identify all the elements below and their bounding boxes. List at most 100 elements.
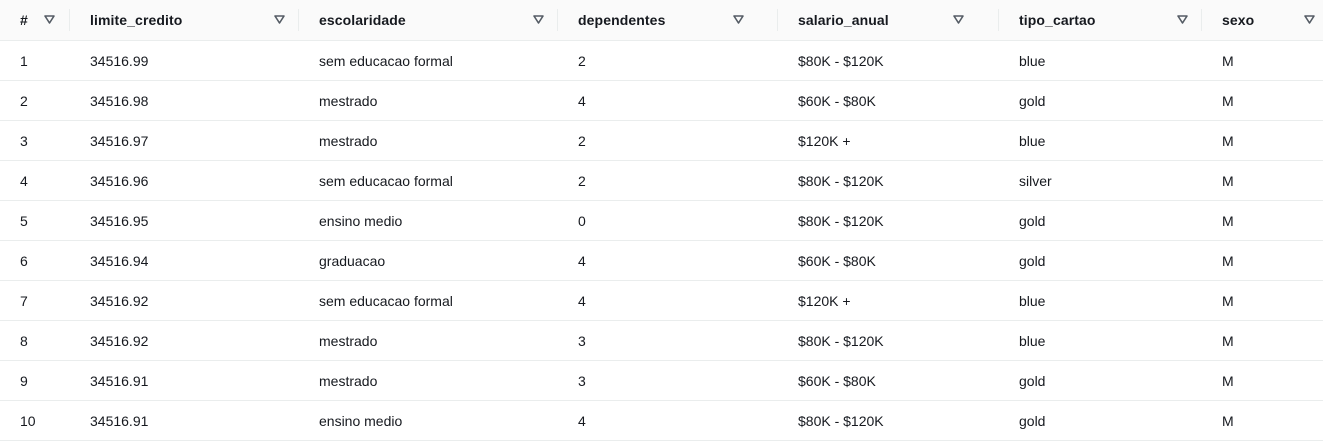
table-row: 3 34516.97 mestrado 2 $120K + blue M (0, 121, 1323, 161)
sort-caret-down-icon[interactable] (44, 14, 55, 25)
cell-sexo: M (1222, 252, 1234, 269)
cell-salario-anual: $60K - $80K (798, 252, 876, 269)
cell-limite-credito: 34516.92 (90, 332, 149, 349)
cell-escolaridade: mestrado (319, 92, 378, 109)
sort-caret-down-icon[interactable] (953, 14, 964, 25)
cell-dependentes: 3 (578, 332, 586, 349)
cell-limite-credito: 34516.99 (90, 52, 149, 69)
cell-tipo-cartao: blue (1019, 292, 1046, 309)
cell-index: 3 (20, 132, 28, 149)
cell-limite-credito: 34516.98 (90, 92, 149, 109)
column-header-label: salario_anual (798, 12, 889, 28)
cell-index: 1 (20, 52, 28, 69)
cell-escolaridade: sem educacao formal (319, 52, 453, 69)
cell-escolaridade: sem educacao formal (319, 292, 453, 309)
cell-tipo-cartao: gold (1019, 92, 1046, 109)
cell-limite-credito: 34516.94 (90, 252, 149, 269)
cell-index: 2 (20, 92, 28, 109)
table-row: 5 34516.95 ensino medio 0 $80K - $120K g… (0, 201, 1323, 241)
cell-dependentes: 4 (578, 292, 586, 309)
cell-dependentes: 2 (578, 52, 586, 69)
column-header-dependentes[interactable]: dependentes (558, 0, 778, 40)
cell-dependentes: 4 (578, 412, 586, 429)
table-row: 1 34516.99 sem educacao formal 2 $80K - … (0, 41, 1323, 81)
cell-escolaridade: ensino medio (319, 412, 403, 429)
sort-caret-down-icon[interactable] (274, 14, 285, 25)
cell-index: 5 (20, 212, 28, 229)
cell-escolaridade: sem educacao formal (319, 172, 453, 189)
cell-index: 6 (20, 252, 28, 269)
column-header-salario-anual[interactable]: salario_anual (778, 0, 999, 40)
cell-salario-anual: $80K - $120K (798, 172, 884, 189)
column-header-tipo-cartao[interactable]: tipo_cartao (999, 0, 1202, 40)
cell-salario-anual: $80K - $120K (798, 412, 884, 429)
cell-tipo-cartao: gold (1019, 212, 1046, 229)
cell-escolaridade: mestrado (319, 332, 378, 349)
table-row: 9 34516.91 mestrado 3 $60K - $80K gold M (0, 361, 1323, 401)
cell-escolaridade: mestrado (319, 372, 378, 389)
column-header-index[interactable]: # (0, 0, 70, 40)
cell-salario-anual: $80K - $120K (798, 332, 884, 349)
table-header: # limite_credito escolaridade dependente… (0, 0, 1323, 41)
sort-caret-down-icon[interactable] (733, 14, 744, 25)
cell-sexo: M (1222, 92, 1234, 109)
cell-escolaridade: mestrado (319, 132, 378, 149)
cell-dependentes: 0 (578, 212, 586, 229)
cell-limite-credito: 34516.96 (90, 172, 149, 189)
cell-escolaridade: ensino medio (319, 212, 403, 229)
cell-tipo-cartao: gold (1019, 252, 1046, 269)
cell-index: 8 (20, 332, 28, 349)
sort-caret-down-icon[interactable] (1177, 14, 1188, 25)
table-row: 2 34516.98 mestrado 4 $60K - $80K gold M (0, 81, 1323, 121)
cell-tipo-cartao: blue (1019, 52, 1046, 69)
cell-tipo-cartao: blue (1019, 132, 1046, 149)
cell-dependentes: 2 (578, 132, 586, 149)
cell-salario-anual: $120K + (798, 292, 851, 309)
cell-sexo: M (1222, 292, 1234, 309)
cell-salario-anual: $120K + (798, 132, 851, 149)
column-header-label: escolaridade (319, 12, 406, 28)
cell-tipo-cartao: gold (1019, 372, 1046, 389)
table-row: 6 34516.94 graduacao 4 $60K - $80K gold … (0, 241, 1323, 281)
cell-salario-anual: $60K - $80K (798, 92, 876, 109)
cell-tipo-cartao: silver (1019, 172, 1052, 189)
column-header-sexo[interactable]: sexo (1202, 0, 1323, 40)
cell-index: 4 (20, 172, 28, 189)
cell-salario-anual: $80K - $120K (798, 52, 884, 69)
cell-dependentes: 3 (578, 372, 586, 389)
column-header-limite-credito[interactable]: limite_credito (70, 0, 299, 40)
column-header-label: dependentes (578, 12, 666, 28)
cell-dependentes: 2 (578, 172, 586, 189)
cell-tipo-cartao: gold (1019, 412, 1046, 429)
sort-caret-down-icon[interactable] (533, 14, 544, 25)
cell-limite-credito: 34516.95 (90, 212, 149, 229)
cell-salario-anual: $60K - $80K (798, 372, 876, 389)
cell-index: 7 (20, 292, 28, 309)
table-body: 1 34516.99 sem educacao formal 2 $80K - … (0, 41, 1323, 441)
cell-limite-credito: 34516.91 (90, 412, 149, 429)
cell-salario-anual: $80K - $120K (798, 212, 884, 229)
cell-sexo: M (1222, 52, 1234, 69)
table-row: 10 34516.91 ensino medio 4 $80K - $120K … (0, 401, 1323, 441)
cell-sexo: M (1222, 412, 1234, 429)
cell-sexo: M (1222, 332, 1234, 349)
results-table: # limite_credito escolaridade dependente… (0, 0, 1323, 441)
column-header-label: limite_credito (90, 12, 183, 28)
cell-sexo: M (1222, 172, 1234, 189)
table-row: 7 34516.92 sem educacao formal 4 $120K +… (0, 281, 1323, 321)
cell-index: 9 (20, 372, 28, 389)
sort-caret-down-icon[interactable] (1304, 14, 1315, 25)
cell-limite-credito: 34516.91 (90, 372, 149, 389)
cell-limite-credito: 34516.92 (90, 292, 149, 309)
cell-index: 10 (20, 412, 36, 429)
table-row: 8 34516.92 mestrado 3 $80K - $120K blue … (0, 321, 1323, 361)
cell-sexo: M (1222, 212, 1234, 229)
column-header-label: tipo_cartao (1019, 12, 1096, 28)
cell-escolaridade: graduacao (319, 252, 386, 269)
cell-dependentes: 4 (578, 92, 586, 109)
cell-limite-credito: 34516.97 (90, 132, 149, 149)
column-header-escolaridade[interactable]: escolaridade (299, 0, 558, 40)
cell-sexo: M (1222, 132, 1234, 149)
table-row: 4 34516.96 sem educacao formal 2 $80K - … (0, 161, 1323, 201)
cell-dependentes: 4 (578, 252, 586, 269)
